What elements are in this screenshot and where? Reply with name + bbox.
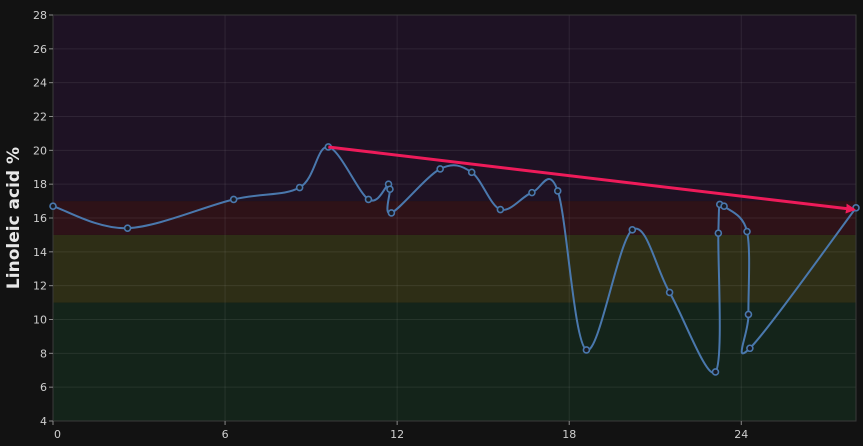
data-point xyxy=(743,227,751,236)
x-tick-label: 6 xyxy=(222,428,229,441)
y-tick-label: 28 xyxy=(33,9,47,22)
data-point xyxy=(720,202,728,210)
y-tick-label: 14 xyxy=(33,246,47,259)
x-tick-label: 0 xyxy=(54,428,61,441)
data-point xyxy=(665,288,674,297)
data-point xyxy=(628,226,637,234)
data-point xyxy=(49,202,57,210)
data-point xyxy=(229,195,238,204)
data-point xyxy=(436,165,444,173)
data-point xyxy=(364,195,373,204)
data-point xyxy=(123,224,132,232)
x-tick-label: 24 xyxy=(734,428,748,441)
y-tick-label: 20 xyxy=(33,144,47,157)
range-band-1 xyxy=(53,234,856,303)
y-tick-label: 6 xyxy=(40,381,47,394)
y-tick-label: 24 xyxy=(33,77,47,90)
range-band-3 xyxy=(53,15,856,202)
y-tick-label: 16 xyxy=(33,212,47,225)
data-point xyxy=(711,368,720,376)
x-tick-label: 18 xyxy=(562,428,576,441)
y-tick-label: 10 xyxy=(33,314,47,327)
y-axis-label: Linoleic acid % xyxy=(4,147,24,289)
data-point xyxy=(387,209,396,217)
y-tick-label: 8 xyxy=(40,347,47,360)
x-tick-label: 12 xyxy=(390,428,404,441)
data-point xyxy=(746,344,754,353)
data-point xyxy=(496,205,505,214)
y-tick-label: 26 xyxy=(33,43,47,56)
data-point xyxy=(467,168,476,177)
y-tick-label: 18 xyxy=(33,178,47,191)
y-tick-label: 12 xyxy=(33,280,47,293)
data-point xyxy=(744,310,753,319)
data-point xyxy=(553,187,562,195)
data-point xyxy=(714,229,723,238)
range-band-0 xyxy=(53,302,856,421)
data-point xyxy=(386,185,394,194)
line-chart-svg: 4 6 8 10 12 14 16 18 20 22 24 26 28 0 6 12 18 24 Linoleic… xyxy=(4,9,860,441)
data-point xyxy=(582,346,591,354)
chart: 4 6 8 10 12 14 16 18 20 22 24 26 28 0 6 12 18 24 Linoleic… xyxy=(0,0,863,446)
y-tick-label: 4 xyxy=(40,415,47,428)
data-point xyxy=(295,183,304,192)
y-tick-label: 22 xyxy=(33,111,47,124)
data-point xyxy=(528,188,536,197)
